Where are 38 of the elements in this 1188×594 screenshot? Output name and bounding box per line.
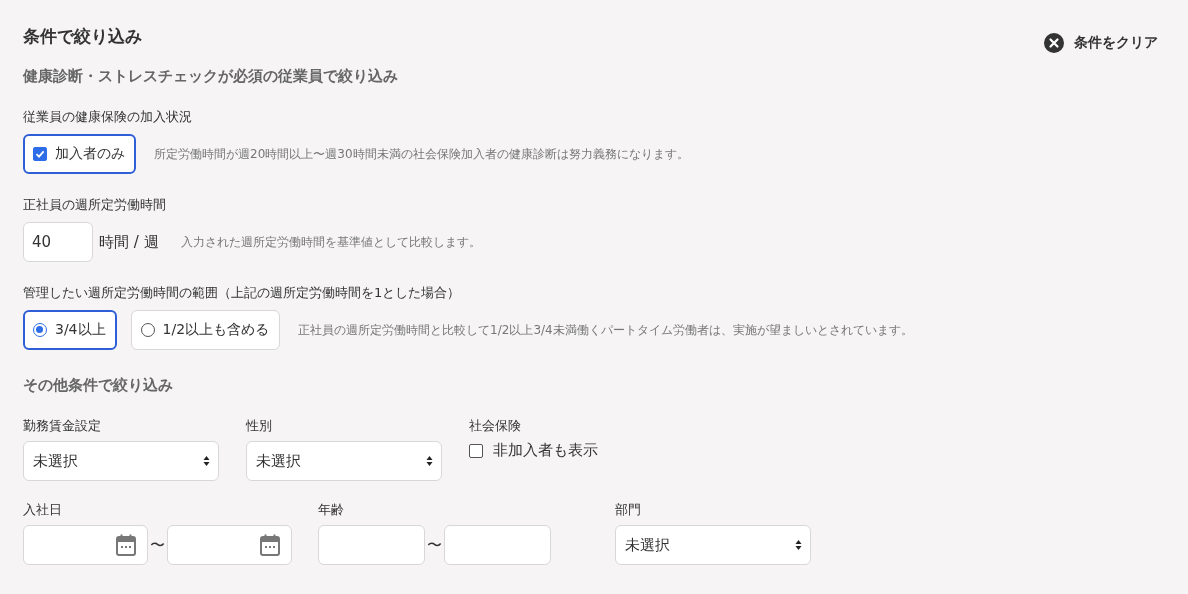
field-label: 部門: [615, 501, 642, 519]
hint-text: 入力された週所定労働時間を基準値として比較します。: [180, 233, 481, 251]
radio-option[interactable]: 3/4以上: [23, 310, 117, 350]
hours-input[interactable]: 40: [23, 222, 93, 262]
sort-arrows-icon: [426, 455, 433, 467]
sort-arrows-icon: [795, 539, 802, 551]
field-label: 勤務賃金設定: [23, 417, 102, 435]
field-label: 管理したい週所定労働時間の範囲（上記の週所定労働時間を1とした場合）: [23, 284, 462, 302]
hint-text: 正社員の週所定労働時間と比較して1/2以上3/4未満働くパートタイム労働者は、実施が望ましいとされています。: [298, 321, 913, 339]
section-heading: 健康診断・ストレスチェックが必須の従業員で絞り込み: [23, 67, 399, 86]
range-separator: 〜: [150, 535, 165, 555]
hint-text: 所定労働時間が週20時間以上〜週30時間未満の社会保険加入者の健康診断は努力義務になります。: [154, 145, 689, 163]
calendar-icon[interactable]: [260, 534, 280, 556]
checkbox-option[interactable]: 加入者のみ: [23, 134, 136, 174]
calendar-icon[interactable]: [116, 534, 136, 556]
field-label: 年齢: [318, 501, 345, 519]
checkmark-icon: [35, 149, 45, 159]
field-label: 正社員の週所定労働時間: [23, 196, 167, 214]
field-label: 社会保険: [469, 417, 522, 435]
radio-option[interactable]: 1/2以上も含める: [130, 310, 281, 350]
gender-select[interactable]: 未選択: [246, 441, 442, 481]
unit-label: 時間 / 週: [99, 232, 159, 252]
section-heading: その他条件で絞り込み: [23, 376, 174, 395]
checkbox-option[interactable]: 非加入者も表示: [469, 441, 692, 460]
date-field[interactable]: [23, 525, 148, 565]
wage-select[interactable]: 未選択: [23, 441, 219, 481]
sort-arrows-icon: [203, 455, 210, 467]
page-title: 条件で絞り込み: [23, 25, 142, 48]
field-label: 性別: [246, 417, 273, 435]
department-select[interactable]: 未選択: [615, 525, 811, 565]
range-separator: 〜: [427, 535, 442, 555]
age-input[interactable]: [444, 525, 551, 565]
age-input[interactable]: [318, 525, 425, 565]
field-label: 入社日: [23, 501, 63, 519]
close-icon[interactable]: [1044, 33, 1064, 53]
date-field[interactable]: [167, 525, 292, 565]
field-label: 従業員の健康保険の加入状況: [23, 108, 193, 126]
clear-button[interactable]: 条件をクリア: [1044, 33, 1158, 53]
